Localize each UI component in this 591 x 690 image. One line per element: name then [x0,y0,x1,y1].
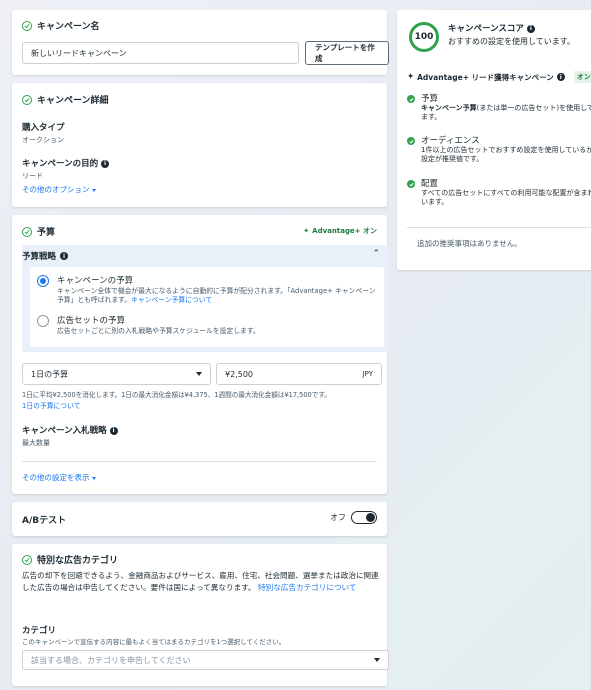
sparkle-icon: ✦ [407,72,415,82]
section-title: 特別な広告カテゴリ [37,556,119,566]
option-title: キャンペーンの予算 [57,276,134,286]
ab-test-state: オフ [330,513,346,522]
check-circle-icon [22,554,32,565]
section-title: キャンペーン詳細 [37,96,109,106]
special-ad-link[interactable]: 特別な広告カテゴリについて [258,583,357,592]
info-icon[interactable]: i [109,426,118,435]
check-circle-icon [22,94,32,105]
option-desc: キャンペーン全体で機会が最大になるように自動的に予算が配分されます。「Advan… [57,287,376,304]
adset-budget-option[interactable]: 広告セットの予算 広告セットごとに別の入札戦略や予算スケジュールを設定します。 [37,314,377,336]
check-icon [407,137,415,145]
advantage-section-title: Advantage+ リード獲得キャンペーン [417,72,554,82]
budget-amount-input[interactable]: ¥2,500 JPY [216,363,382,385]
sparkle-icon: ✦ [303,227,310,235]
bid-strategy-label: キャンペーン入札戦略 [22,426,107,436]
option-title: 広告セットの予算 [57,316,126,326]
campaign-details-card: キャンペーン詳細 購入タイプ オークション キャンペーンの目的 i リード その… [12,83,387,207]
no-more-recommendations: 追加の推奨事項はありません。 [417,239,522,248]
campaign-name-card: キャンペーン名 新しいリードキャンペーン テンプレートを作成 [12,10,389,75]
score-ring: 100 [409,22,439,52]
check-icon [407,180,415,188]
ab-test-title: A/Bテスト [22,516,67,526]
chevron-up-icon[interactable]: ⌃ [372,249,380,259]
option-desc: 広告セットごとに別の入札戦略や予算スケジュールを設定します。 [57,327,260,335]
caret-down-icon [374,658,380,662]
check-circle-icon [22,226,32,237]
caret-down-icon [196,372,202,376]
recommendation-placement: 配置 すべての広告セットにすべての利用可能な配置が含まれています。 [407,180,591,207]
divider [407,227,591,228]
ab-test-toggle[interactable] [351,511,377,524]
check-circle-icon [22,20,32,31]
info-icon[interactable]: i [556,73,565,81]
budget-type-select[interactable]: 1日の予算 [22,363,211,385]
campaign-name-input[interactable]: 新しいリードキャンペーン [22,42,299,64]
section-title: 予算 [37,228,56,238]
ab-test-card: A/Bテスト オフ [12,502,387,536]
purchase-type-value: オークション [22,136,64,144]
category-help: このキャンペーンで宣伝する内容に最もよく当てはまるカテゴリを1つ選択してください… [22,638,286,646]
campaign-budget-option[interactable]: キャンペーンの予算 キャンペーン全体で機会が最大になるように自動的に予算が配分さ… [37,274,377,305]
special-ad-card: 特別な広告カテゴリ 広告の却下を回避できるよう、金融商品およびサービス、雇用、住… [12,544,389,686]
score-subtitle: おすすめの設定を使用しています。 [448,37,575,46]
check-icon [407,95,415,103]
category-select[interactable]: 該当する場合、カテゴリを申告してください [22,650,389,670]
radio-unselected[interactable] [37,315,49,327]
campaign-score-panel: 100 キャンペーンスコア i おすすめの設定を使用しています。 ✦ Advan… [397,10,591,270]
category-label: カテゴリ [22,626,57,636]
more-options-link[interactable]: その他のオプション [22,184,96,195]
chevron-down-icon [91,476,96,480]
score-value: 100 [414,32,434,42]
budget-strategy-panel: 予算戦略 i ⌃ キャンペーンの予算 キャンペーン全体で機会が最大になるように自… [22,245,388,352]
budget-strategy-label: 予算戦略 [22,252,57,262]
bid-strategy-value: 最大数量 [22,439,50,447]
objective-label: キャンペーンの目的 [22,159,99,169]
info-icon[interactable]: i [526,24,535,33]
daily-budget-link[interactable]: 1日の予算について [22,401,382,412]
chevron-down-icon [91,188,96,192]
strategy-options: キャンペーンの予算 キャンペーン全体で機会が最大になるように自動的に予算が配分さ… [30,267,384,347]
section-title: キャンペーン名 [37,22,100,32]
advantage-on-badge: オン [573,71,591,83]
more-settings-link[interactable]: その他の設定を表示 [22,472,96,483]
purchase-type-label: 購入タイプ [22,123,65,133]
radio-selected[interactable] [37,275,49,287]
budget-card: 予算 ✦ Advantage+ オン 予算戦略 i ⌃ キャンペーンの予算 キャン… [12,215,388,494]
budget-note: 1日に平均¥2,500を消化します。1日の最大消化金額は¥4,375、1週間の最… [22,391,331,399]
campaign-budget-link[interactable]: キャンペーン予算について [131,296,212,304]
divider [22,461,377,462]
score-title: キャンペーンスコア [448,24,524,34]
recommendation-audience: オーディエンス 1件以上の広告セットでおすすめ設定を使用しているか、設定が推奨値… [407,137,591,164]
create-template-button[interactable]: テンプレートを作成 [305,41,389,65]
info-icon[interactable]: i [101,159,110,168]
objective-value: リード [22,172,43,180]
advantage-badge: ✦ Advantage+ オン [303,227,377,235]
recommendation-budget: 予算 キャンペーン予算(または単一の広告セット)を使用しています。 [407,95,591,122]
info-icon[interactable]: i [60,252,69,260]
